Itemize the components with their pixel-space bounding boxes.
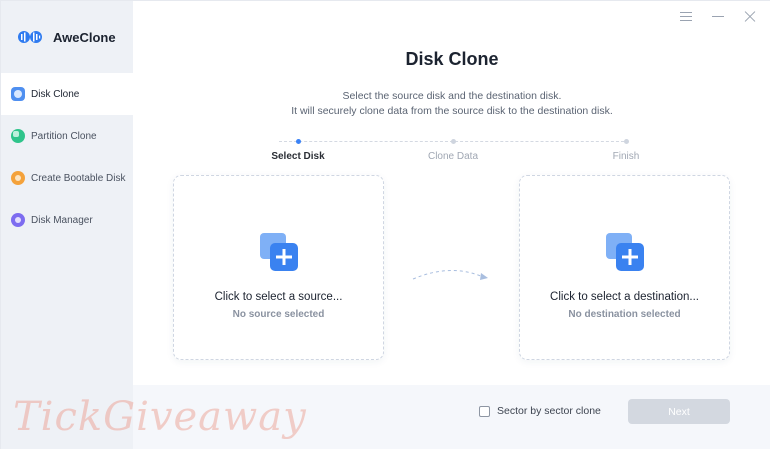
description-line-2: It will securely clone data from the sou… xyxy=(291,105,613,117)
step-label: Finish xyxy=(612,151,640,162)
sidebar-item-label: Create Bootable Disk xyxy=(31,172,126,184)
step-dot xyxy=(623,139,629,144)
sidebar-item-label: Disk Clone xyxy=(31,88,80,100)
progress-steps: Select Disk Clone Data Finish xyxy=(253,135,643,165)
main-panel: Disk Clone Select the source disk and th… xyxy=(133,1,770,449)
sidebar-item-create-bootable-disk[interactable]: Create Bootable Disk xyxy=(1,157,133,199)
aweclone-logo-icon xyxy=(17,30,43,44)
step-dot xyxy=(450,139,456,144)
step-finish: Finish xyxy=(581,135,671,162)
close-icon[interactable] xyxy=(743,9,757,23)
menu-icon[interactable] xyxy=(679,9,693,23)
destination-disk-card[interactable]: Click to select a destination... No dest… xyxy=(519,175,730,360)
destination-card-title: Click to select a destination... xyxy=(550,291,699,303)
disk-clone-icon xyxy=(11,87,25,101)
add-disk-icon xyxy=(606,233,644,271)
sector-by-sector-toggle[interactable]: Sector by sector clone xyxy=(479,405,601,417)
source-card-title: Click to select a source... xyxy=(214,291,343,303)
sidebar-item-disk-manager[interactable]: Disk Manager xyxy=(1,199,133,241)
step-select-disk: Select Disk xyxy=(253,135,343,162)
footer-bar: Sector by sector clone Next xyxy=(133,385,770,449)
source-disk-card[interactable]: Click to select a source... No source se… xyxy=(173,175,384,360)
description-line-1: Select the source disk and the destinati… xyxy=(342,90,562,102)
step-dot xyxy=(295,139,301,144)
next-button[interactable]: Next xyxy=(628,399,730,424)
sector-checkbox[interactable] xyxy=(479,405,490,417)
window-controls xyxy=(679,9,757,23)
disk-manager-icon xyxy=(11,213,25,227)
partition-clone-icon xyxy=(11,129,25,143)
minimize-icon[interactable] xyxy=(711,9,725,23)
sidebar-item-partition-clone[interactable]: Partition Clone xyxy=(1,115,133,157)
sidebar-item-disk-clone[interactable]: Disk Clone xyxy=(1,73,133,115)
source-card-status: No source selected xyxy=(232,309,325,320)
sector-checkbox-label: Sector by sector clone xyxy=(497,405,601,417)
bootable-disk-icon xyxy=(11,171,25,185)
app-logo: AweClone xyxy=(1,1,133,73)
arrow-right-icon xyxy=(412,269,488,280)
page-description: Select the source disk and the destinati… xyxy=(133,89,770,119)
page-title: Disk Clone xyxy=(405,49,499,69)
sidebar-item-label: Partition Clone xyxy=(31,130,97,142)
app-window: AweClone Disk Clone Partition Clone Crea… xyxy=(0,0,770,449)
sidebar-item-label: Disk Manager xyxy=(31,214,93,226)
step-clone-data: Clone Data xyxy=(408,135,498,162)
app-name: AweClone xyxy=(53,29,116,45)
sidebar: AweClone Disk Clone Partition Clone Crea… xyxy=(1,1,133,449)
destination-card-status: No destination selected xyxy=(568,309,681,320)
step-label: Select Disk xyxy=(271,151,325,162)
add-disk-icon xyxy=(260,233,298,271)
sidebar-nav: Disk Clone Partition Clone Create Bootab… xyxy=(1,73,133,241)
step-label: Clone Data xyxy=(427,151,479,162)
